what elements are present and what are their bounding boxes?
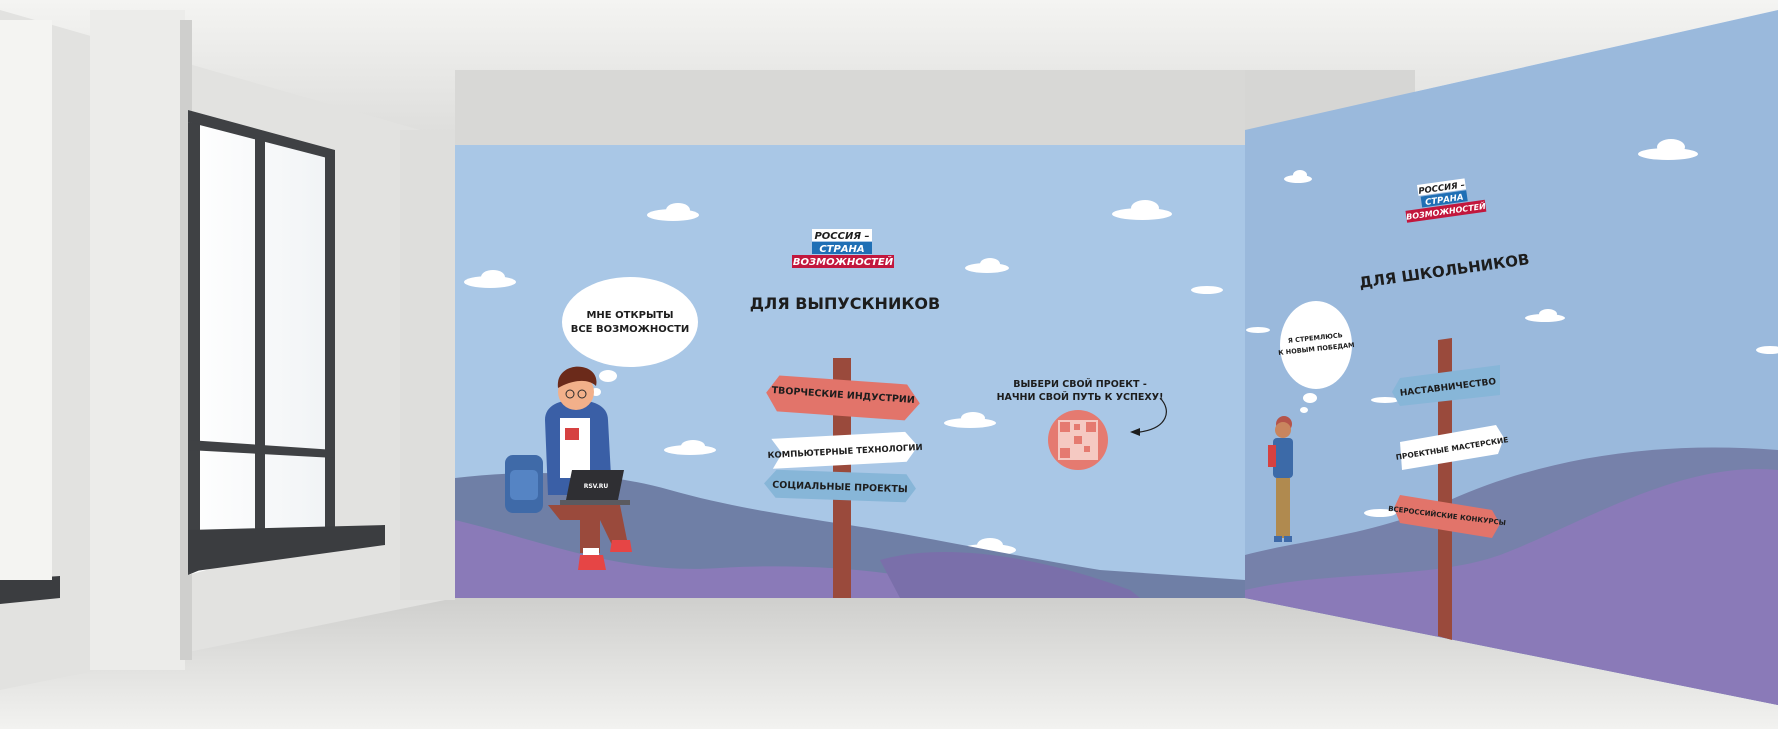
main-logo-line1: РОССИЯ –: [814, 231, 869, 242]
corner-column: [400, 130, 455, 600]
main-bubble-line1: МНЕ ОТКРЫТЫ: [586, 310, 673, 321]
laptop-sticker: RSV.RU: [584, 483, 609, 490]
left-window-edge: [0, 20, 52, 580]
cta-line1: ВЫБЕРИ СВОЙ ПРОЕКТ -: [1013, 378, 1147, 390]
main-logo-line3: ВОЗМОЖНОСТЕЙ: [793, 255, 894, 268]
room-illustration: РОССИЯ – СТРАНА ВОЗМОЖНОСТЕЙ ДЛЯ ВЫПУСКН…: [0, 0, 1778, 729]
main-sign-3: СОЦИАЛЬНЫЕ ПРОЕКТЫ: [764, 469, 916, 503]
left-pillar: [90, 10, 185, 670]
window-mullion: [255, 135, 265, 558]
main-logo-line2: СТРАНА: [819, 244, 864, 255]
main-title: ДЛЯ ВЫПУСКНИКОВ: [750, 294, 940, 313]
ceiling-beam: [455, 70, 1245, 145]
window-frame-right: [325, 155, 335, 537]
qr-code: [1048, 410, 1108, 470]
cta-line2: НАЧНИ СВОЙ ПУТЬ К УСПЕХУ!: [997, 391, 1164, 403]
room-scene: РОССИЯ – СТРАНА ВОЗМОЖНОСТЕЙ ДЛЯ ВЫПУСКН…: [0, 0, 1778, 729]
main-bubble-line2: ВСЕ ВОЗМОЖНОСТИ: [571, 324, 690, 335]
window-frame-left: [188, 122, 200, 575]
